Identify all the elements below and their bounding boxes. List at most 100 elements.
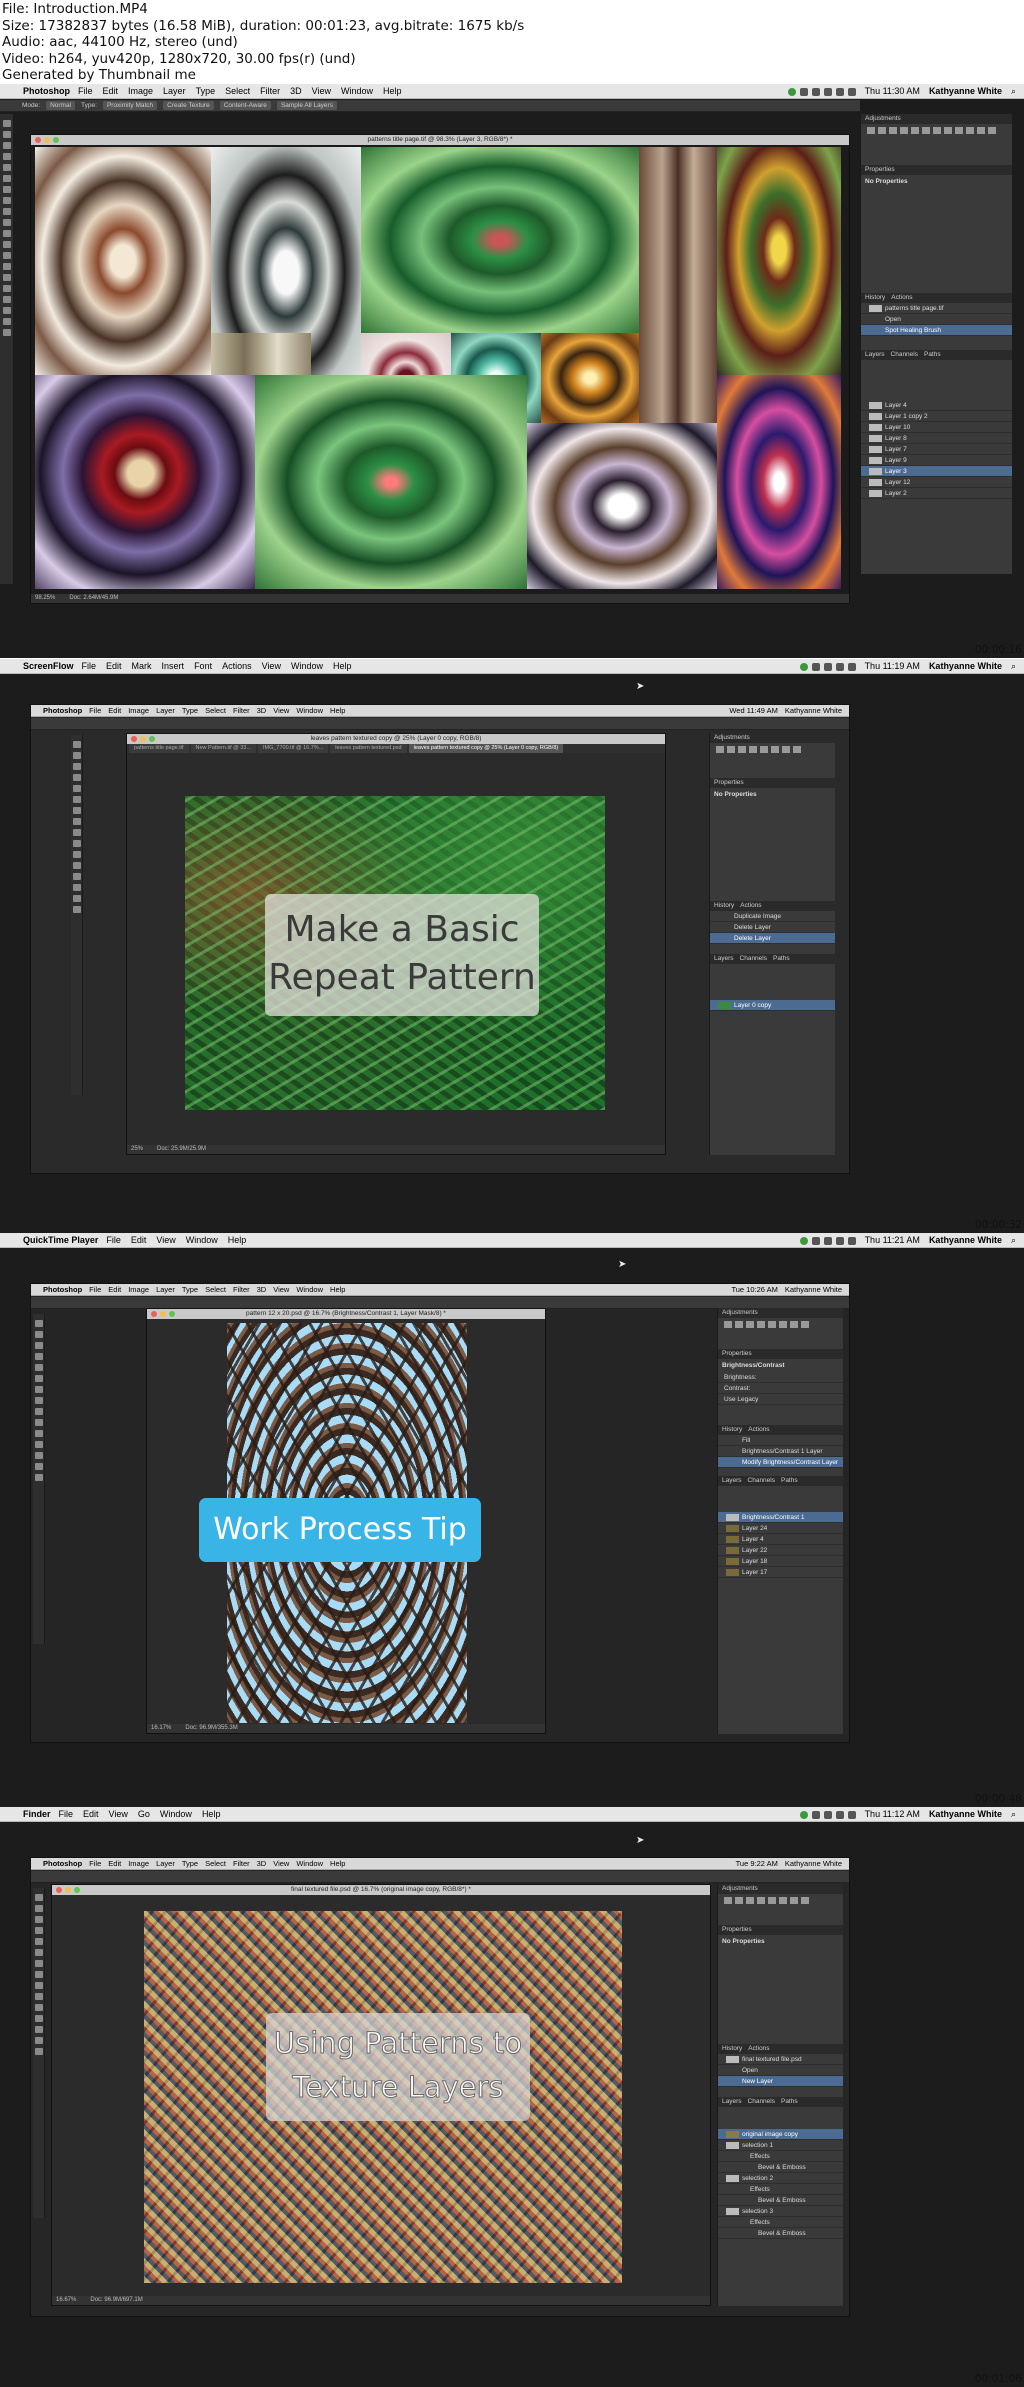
- properties-panel-header[interactable]: Properties: [710, 778, 835, 788]
- eraser-tool-icon[interactable]: [2, 230, 11, 237]
- history-item[interactable]: Open: [718, 2065, 843, 2076]
- app-menu[interactable]: Photoshop: [43, 705, 82, 717]
- menu-type[interactable]: Type: [182, 705, 198, 717]
- menu-user[interactable]: Kathyanne White: [929, 84, 1002, 99]
- history-snapshot[interactable]: final textured file.psd: [718, 2054, 843, 2065]
- minimize-button[interactable]: [44, 137, 50, 143]
- shape-tool-icon[interactable]: [2, 307, 11, 314]
- hand-tool-icon[interactable]: [72, 895, 81, 902]
- volume-icon[interactable]: [835, 1810, 844, 1819]
- history-item[interactable]: Brightness/Contrast 1 Layer: [718, 1446, 843, 1457]
- menu-layer[interactable]: Layer: [163, 84, 186, 99]
- menu-help[interactable]: Help: [202, 1807, 221, 1822]
- history-tab[interactable]: History: [722, 2044, 742, 2054]
- menu-help[interactable]: Help: [228, 1233, 247, 1248]
- wifi-icon[interactable]: [823, 662, 832, 671]
- brightness-icon[interactable]: [724, 1321, 732, 1328]
- layers-panel-header[interactable]: Layers Channels Paths: [718, 1476, 843, 1486]
- stamp-tool-icon[interactable]: [2, 208, 11, 215]
- pen-tool-icon[interactable]: [2, 274, 11, 281]
- canvas[interactable]: Make a Basic Repeat Pattern: [185, 796, 605, 1110]
- properties-panel-header[interactable]: Properties: [718, 1925, 843, 1935]
- layer-effect-row[interactable]: Bevel & Emboss: [718, 2162, 843, 2173]
- document-title-bar[interactable]: final textured file.psd @ 16.7% (origina…: [52, 1885, 710, 1895]
- history-item[interactable]: Fill: [718, 1435, 843, 1446]
- brightness-icon[interactable]: [716, 746, 724, 753]
- posterize-icon[interactable]: [988, 127, 996, 134]
- doc-tab[interactable]: IMG_7700.tif @ 16.7%...: [257, 744, 329, 753]
- menu-3d[interactable]: 3D: [257, 705, 267, 717]
- menu-help[interactable]: Help: [330, 1284, 345, 1296]
- menu-mark[interactable]: Mark: [132, 659, 152, 674]
- volume-icon[interactable]: [835, 1236, 844, 1245]
- brush-tool-icon[interactable]: [2, 197, 11, 204]
- menu-window[interactable]: Window: [160, 1807, 192, 1822]
- lasso-tool-icon[interactable]: [2, 142, 11, 149]
- paths-tab[interactable]: Paths: [773, 954, 790, 964]
- zoom-tool-icon[interactable]: [34, 1474, 43, 1481]
- history-panel-header[interactable]: History Actions: [710, 901, 835, 911]
- menu-file[interactable]: File: [89, 1858, 101, 1870]
- menu-layer[interactable]: Layer: [156, 1284, 175, 1296]
- spotlight-icon[interactable]: ⌕: [1011, 1807, 1016, 1822]
- pen-tool-icon[interactable]: [34, 1441, 43, 1448]
- menu-clock[interactable]: Thu 11:12 AM: [865, 1807, 920, 1822]
- menu-layer[interactable]: Layer: [156, 705, 175, 717]
- healing-brush-tool-icon[interactable]: [2, 186, 11, 193]
- exposure-icon[interactable]: [900, 127, 908, 134]
- menu-edit[interactable]: Edit: [83, 1807, 99, 1822]
- hue-icon[interactable]: [771, 746, 779, 753]
- channels-tab[interactable]: Channels: [748, 1476, 775, 1486]
- menu-view[interactable]: View: [273, 1284, 289, 1296]
- levels-icon[interactable]: [735, 1897, 743, 1904]
- menu-edit[interactable]: Edit: [106, 659, 122, 674]
- channel-mixer-icon[interactable]: [966, 127, 974, 134]
- menu-view[interactable]: View: [109, 1807, 128, 1822]
- history-item[interactable]: Spot Healing Brush: [861, 325, 1012, 336]
- eyedropper-tool-icon[interactable]: [34, 1949, 43, 1956]
- menu-3d[interactable]: 3D: [257, 1284, 267, 1296]
- minimize-button[interactable]: [65, 1887, 71, 1893]
- menu-window[interactable]: Window: [296, 1858, 323, 1870]
- stamp-tool-icon[interactable]: [34, 1982, 43, 1989]
- app-status-icon[interactable]: [799, 662, 808, 671]
- shape-tool-icon[interactable]: [72, 884, 81, 891]
- marquee-tool-icon[interactable]: [72, 752, 81, 759]
- brightness-slider[interactable]: Brightness:: [718, 1372, 843, 1383]
- healing-brush-tool-icon[interactable]: [34, 1386, 43, 1393]
- quick-select-tool-icon[interactable]: [34, 1353, 43, 1360]
- eraser-tool-icon[interactable]: [34, 1419, 43, 1426]
- crop-tool-icon[interactable]: [34, 1938, 43, 1945]
- menu-view[interactable]: View: [156, 1233, 175, 1248]
- color-balance-icon[interactable]: [933, 127, 941, 134]
- spotlight-icon[interactable]: ⌕: [1011, 84, 1016, 99]
- hand-tool-icon[interactable]: [34, 1463, 43, 1470]
- volume-icon[interactable]: [835, 87, 844, 96]
- brush-tool-icon[interactable]: [34, 1397, 43, 1404]
- eyedropper-tool-icon[interactable]: [2, 175, 11, 182]
- history-panel-header[interactable]: History Actions: [861, 293, 1012, 303]
- layer-effect-row[interactable]: Effects: [718, 2217, 843, 2228]
- adjustments-tab[interactable]: Adjustments: [722, 1884, 758, 1894]
- adjustments-tab[interactable]: Adjustments: [722, 1308, 758, 1318]
- layers-tab[interactable]: Layers: [865, 350, 885, 360]
- spotlight-icon[interactable]: ⌕: [1011, 659, 1016, 674]
- menu-3d[interactable]: 3D: [290, 84, 302, 99]
- layer-row[interactable]: Layer 0 copy: [710, 1000, 835, 1011]
- layer-row[interactable]: Layer 7: [861, 444, 1012, 455]
- move-tool-icon[interactable]: [2, 120, 11, 127]
- layer-row[interactable]: Layer 3: [861, 466, 1012, 477]
- brush-tool-icon[interactable]: [34, 1971, 43, 1978]
- menu-type[interactable]: Type: [182, 1858, 198, 1870]
- document-title-bar[interactable]: leaves pattern textured copy @ 25% (Laye…: [127, 734, 665, 744]
- properties-tab[interactable]: Properties: [714, 778, 744, 788]
- hue-icon[interactable]: [922, 127, 930, 134]
- menu-user[interactable]: Kathyanne White: [929, 1807, 1002, 1822]
- lasso-tool-icon[interactable]: [34, 1916, 43, 1923]
- menu-3d[interactable]: 3D: [257, 1858, 267, 1870]
- exposure-icon[interactable]: [749, 746, 757, 753]
- create-texture-option[interactable]: Create Texture: [163, 101, 214, 110]
- curves-icon[interactable]: [889, 127, 897, 134]
- menu-select[interactable]: Select: [205, 1858, 226, 1870]
- channels-tab[interactable]: Channels: [891, 350, 918, 360]
